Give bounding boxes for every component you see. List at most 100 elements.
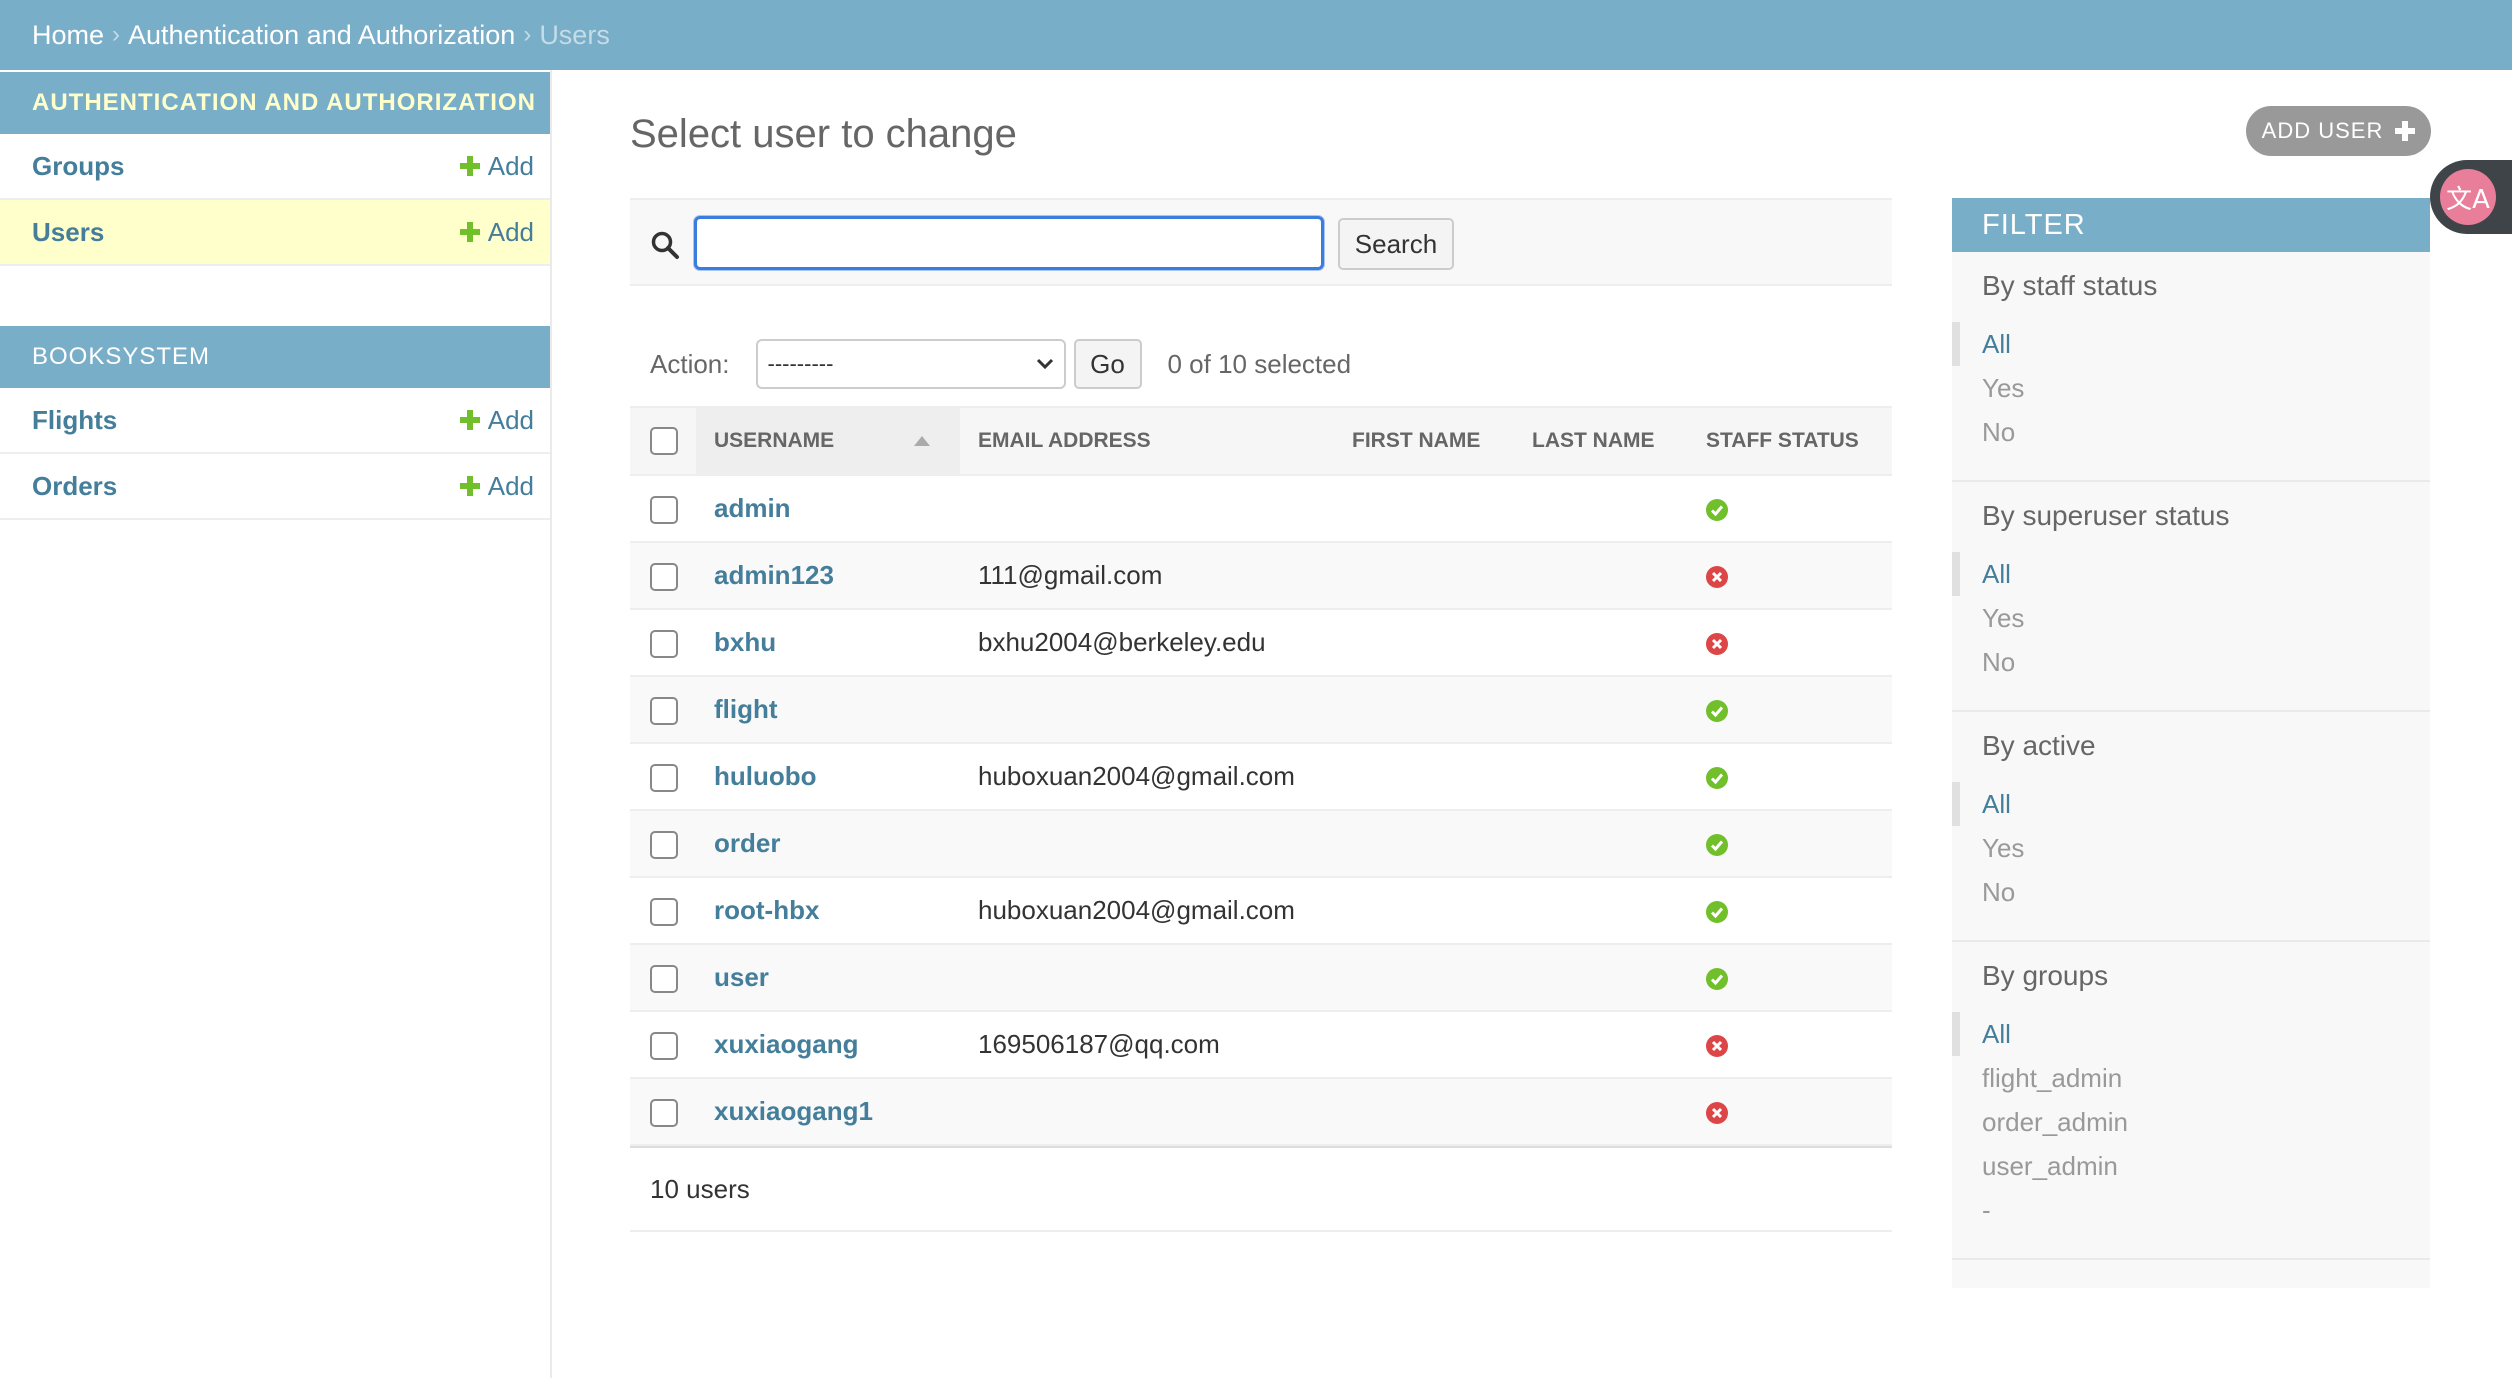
filter-option[interactable]: All	[1952, 782, 2430, 826]
sidebar-nav: Authentication and Authorization Groups …	[0, 70, 552, 1378]
row-checkbox[interactable]	[650, 764, 678, 793]
first-name-cell	[1334, 1011, 1514, 1079]
filter-option[interactable]: All	[1952, 322, 2430, 366]
username-link[interactable]: bxhu	[714, 627, 776, 657]
add-users-link[interactable]: Add	[459, 217, 534, 248]
username-link[interactable]: xuxiaogang1	[714, 1096, 873, 1126]
select-all-checkbox[interactable]	[650, 427, 678, 455]
row-checkbox[interactable]	[650, 496, 678, 525]
row-checkbox[interactable]	[650, 1032, 678, 1061]
sidebar-link-groups[interactable]: Groups	[32, 151, 124, 182]
username-link[interactable]: huluobo	[714, 761, 817, 791]
row-select-cell	[630, 1011, 696, 1079]
cross-icon	[1706, 566, 1728, 589]
filter-option[interactable]: Yes	[1952, 826, 2430, 870]
plus-icon	[459, 476, 480, 496]
search-toolbar: Search	[630, 198, 1892, 286]
select-all-header	[630, 406, 696, 476]
row-checkbox[interactable]	[650, 965, 678, 994]
email-cell	[960, 810, 1334, 878]
filter-option[interactable]: user_admin	[1952, 1144, 2430, 1188]
column-header-last-name[interactable]: Last name	[1514, 406, 1688, 476]
filter-option[interactable]: -	[1952, 1188, 2430, 1232]
add-user-label: ADD USER	[2261, 118, 2384, 143]
filter-option[interactable]: Yes	[1952, 366, 2430, 410]
add-user-button[interactable]: ADD USER	[2246, 106, 2431, 156]
module-header-booksystem[interactable]: Booksystem	[0, 326, 550, 388]
row-checkbox[interactable]	[650, 831, 678, 860]
email-cell: huboxuan2004@gmail.com	[960, 877, 1334, 945]
username-cell: flight	[696, 676, 960, 744]
sidebar-item-users: Users Add	[0, 200, 550, 266]
plus-icon	[2395, 121, 2416, 141]
search-icon	[651, 231, 679, 259]
translate-widget[interactable]: 文A	[2430, 160, 2512, 234]
action-label: Action:	[650, 348, 730, 379]
go-button[interactable]: Go	[1073, 339, 1142, 389]
username-link[interactable]: user	[714, 962, 769, 992]
staff-status-cell	[1688, 475, 1892, 543]
add-groups-link[interactable]: Add	[459, 151, 534, 182]
filter-option[interactable]: No	[1952, 870, 2430, 914]
username-link[interactable]: xuxiaogang	[714, 1029, 858, 1059]
row-select-cell	[630, 609, 696, 677]
filter-option[interactable]: All	[1952, 1012, 2430, 1056]
row-select-cell	[630, 475, 696, 543]
column-header-first-name[interactable]: First name	[1334, 406, 1514, 476]
sidebar-item-groups: Groups Add	[0, 134, 550, 200]
last-name-cell	[1514, 542, 1688, 610]
filter-option[interactable]: All	[1952, 552, 2430, 596]
sidebar-link-users[interactable]: Users	[32, 217, 104, 248]
last-name-cell	[1514, 609, 1688, 677]
breadcrumb-section[interactable]: Authentication and Authorization	[128, 20, 515, 51]
add-flights-link[interactable]: Add	[459, 405, 534, 436]
filter-option[interactable]: No	[1952, 640, 2430, 684]
row-checkbox[interactable]	[650, 898, 678, 927]
table-row: bxhu bxhu2004@berkeley.edu	[630, 609, 1892, 677]
table-row: order	[630, 810, 1892, 878]
check-icon	[1706, 968, 1728, 991]
filter-option[interactable]: order_admin	[1952, 1100, 2430, 1144]
username-link[interactable]: root-hbx	[714, 895, 819, 925]
username-link[interactable]: admin	[714, 493, 791, 523]
username-link[interactable]: order	[714, 828, 780, 858]
filter-section: By superuser status All Yes No	[1952, 482, 2430, 712]
table-row: flight	[630, 676, 1892, 744]
breadcrumb-current: Users	[539, 19, 610, 50]
row-checkbox[interactable]	[650, 630, 678, 659]
first-name-cell	[1334, 676, 1514, 744]
add-orders-link[interactable]: Add	[459, 470, 534, 502]
filter-option[interactable]: No	[1952, 410, 2430, 454]
column-header-email[interactable]: Email address	[960, 406, 1334, 476]
table-row: admin123 111@gmail.com	[630, 542, 1892, 610]
action-select[interactable]: ---------	[755, 339, 1066, 389]
paginator: 10 users	[630, 1146, 1892, 1232]
username-link[interactable]: admin123	[714, 560, 834, 590]
email-cell	[960, 475, 1334, 543]
filter-option[interactable]: flight_admin	[1952, 1056, 2430, 1100]
plus-icon	[459, 410, 480, 430]
filter-option[interactable]: Yes	[1952, 596, 2430, 640]
column-header-staff-status[interactable]: Staff status	[1688, 406, 1892, 476]
breadcrumb-home[interactable]: Home	[32, 20, 104, 51]
row-select-cell	[630, 944, 696, 1012]
check-icon	[1706, 767, 1728, 790]
sidebar-link-orders[interactable]: Orders	[32, 471, 117, 502]
action-bar: Action: --------- Go 0 of 10 selected	[630, 336, 1892, 392]
staff-status-cell	[1688, 609, 1892, 677]
search-button[interactable]: Search	[1338, 218, 1454, 270]
row-checkbox[interactable]	[650, 697, 678, 726]
row-select-cell	[630, 877, 696, 945]
sidebar-link-flights[interactable]: Flights	[32, 405, 117, 436]
column-header-username[interactable]: Username	[696, 406, 960, 476]
row-checkbox[interactable]	[650, 563, 678, 592]
username-link[interactable]: flight	[714, 694, 778, 724]
search-input[interactable]	[694, 216, 1324, 270]
module-header-auth[interactable]: Authentication and Authorization	[0, 72, 550, 134]
email-cell: 111@gmail.com	[960, 542, 1334, 610]
last-name-cell	[1514, 743, 1688, 811]
add-label: Add	[487, 470, 534, 501]
row-checkbox[interactable]	[650, 1099, 678, 1128]
first-name-cell	[1334, 944, 1514, 1012]
sort-ascending-icon[interactable]	[914, 436, 931, 447]
